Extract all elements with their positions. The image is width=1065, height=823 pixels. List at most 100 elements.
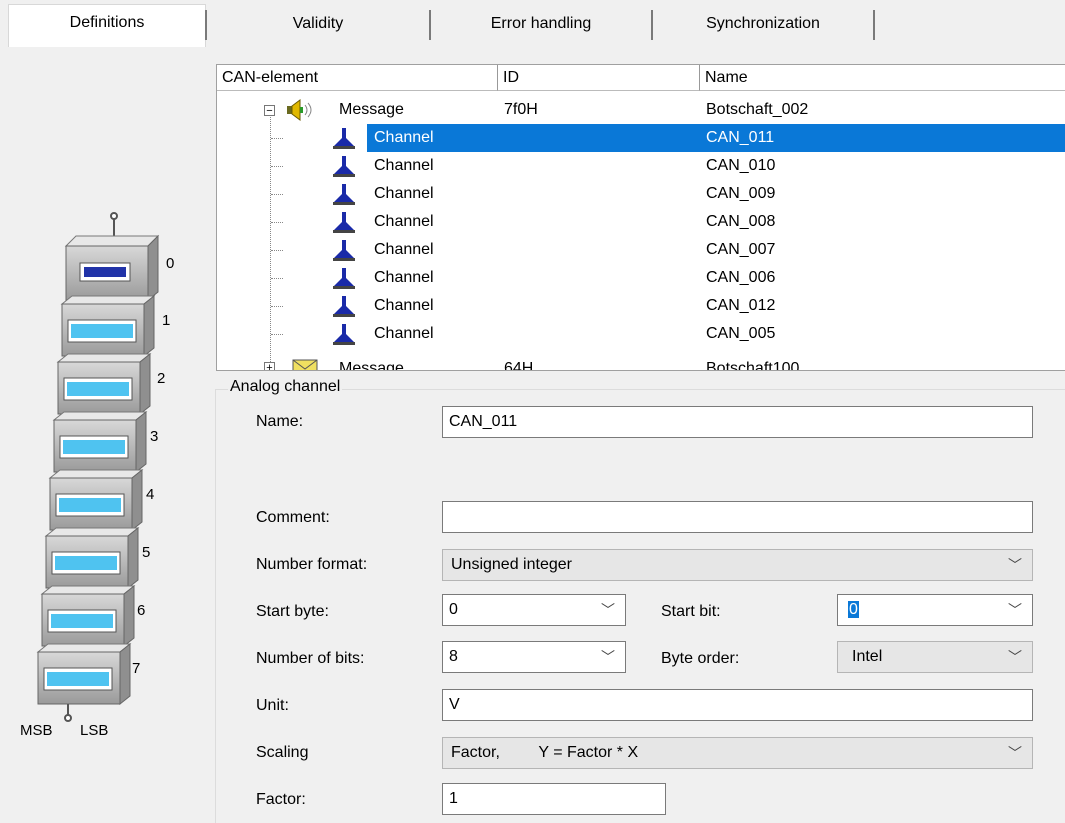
tab-validity[interactable]: Validity [207,6,429,44]
byte-number: 5 [142,544,151,561]
element-label: Channel [374,297,434,314]
tree-connector [271,194,283,195]
lsb-label: LSB [80,722,109,739]
element-id: 7f0H [504,101,538,118]
tree-connector [271,166,283,167]
scaling-label: Scaling [256,744,309,761]
element-label: Channel [374,129,434,146]
tab-divider [873,10,875,40]
tree-row-message[interactable]: + Message 64H Botschaft100 [217,355,1065,371]
group-border [215,389,1065,390]
tree-row-channel[interactable]: Channel CAN_005 [217,320,1065,348]
column-header-name[interactable]: Name [700,65,1065,91]
tab-synchronization[interactable]: Synchronization [653,6,873,44]
tab-bar: Definitions Validity Error handling Sync… [0,0,1065,50]
group-border [215,389,216,823]
byte-order-label: Byte order: [661,650,740,667]
start-byte-label: Start byte: [256,603,329,620]
tree-row-channel[interactable]: Channel CAN_006 [217,264,1065,292]
start-byte-value: 0 [449,601,458,618]
name-input[interactable]: CAN_011 [442,406,1033,438]
element-label: Message [339,360,404,371]
chevron-down-icon: ﹀ [1008,649,1022,665]
byte-order-illustration: 0 1 2 3 4 5 6 7 MSB LSB [0,200,210,760]
group-title: Analog channel [228,378,343,396]
scaling-value-formula: Y = Factor * X [538,744,639,761]
start-bit-value: 0 [848,601,859,618]
element-id: 64H [504,360,534,371]
number-format-select[interactable]: Unsigned integer ﹀ [442,549,1033,581]
element-label: Channel [374,185,434,202]
envelope-message-icon [292,358,318,370]
chevron-down-icon: ﹀ [601,602,615,618]
start-bit-select[interactable]: 0 ﹀ [837,594,1033,626]
byte-1-module [60,294,156,358]
tree-row-message[interactable]: − Message 7f0H Botschaft_002 [217,96,1065,124]
expand-toggle[interactable]: + [264,362,275,370]
element-name: Botschaft100 [706,360,800,371]
byte-4-module [48,468,144,532]
comment-input[interactable] [442,501,1033,533]
byte-number: 4 [146,486,155,503]
tree-row-channel[interactable]: Channel CAN_009 [217,180,1065,208]
number-of-bits-label: Number of bits: [256,650,365,667]
byte-number: 6 [137,602,146,619]
element-name: CAN_008 [706,213,776,230]
byte-3-module [52,410,148,474]
tree-row-channel[interactable]: Channel CAN_010 [217,152,1065,180]
element-name: CAN_006 [706,269,776,286]
byte-2-module [56,352,152,416]
can-element-list[interactable]: CAN-element ID Name − Message 7f0H Botsc… [216,64,1065,371]
tree-connector [271,250,283,251]
name-label: Name: [256,413,304,430]
element-name: CAN_011 [706,129,775,146]
tab-definitions[interactable]: Definitions [8,4,206,47]
element-name: CAN_009 [706,185,776,202]
start-bit-label: Start bit: [661,603,721,620]
byte-6-module [40,584,136,648]
byte-5-module [44,526,140,590]
byte-number: 3 [150,428,159,445]
element-label: Channel [374,157,434,174]
element-name: CAN_010 [706,157,776,174]
unit-input[interactable]: V [442,689,1033,721]
element-label: Channel [374,325,434,342]
comment-label: Comment: [256,509,330,526]
byte-0-module [64,234,160,302]
element-name: CAN_012 [706,297,776,314]
tree-row-channel[interactable]: Channel CAN_012 [217,292,1065,320]
byte-number: 1 [162,312,171,329]
factor-input[interactable]: 1 [442,783,666,815]
byte-order-select[interactable]: Intel ﹀ [837,641,1033,673]
number-of-bits-value: 8 [449,648,458,665]
chevron-down-icon: ﹀ [1008,745,1022,761]
factor-label: Factor: [256,791,306,808]
byte-number: 7 [132,660,141,677]
tree-row-channel[interactable]: Channel CAN_007 [217,236,1065,264]
channel-icon [332,322,356,356]
chevron-down-icon: ﹀ [1008,557,1022,573]
byte-stack-graphic [36,212,160,722]
chevron-down-icon: ﹀ [1008,602,1022,618]
column-header-can-element[interactable]: CAN-element [217,65,498,91]
scaling-value-mode: Factor, [451,744,500,761]
scaling-select[interactable]: Factor, Y = Factor * X ﹀ [442,737,1033,769]
msb-label: MSB [20,722,53,739]
element-label: Channel [374,269,434,286]
tree-row-channel-selected[interactable]: Channel CAN_011 [217,124,1065,152]
byte-order-value: Intel [852,648,883,665]
tree-connector [271,222,283,223]
unit-label: Unit: [256,697,289,714]
collapse-toggle[interactable]: − [264,105,275,117]
tree-connector [271,278,283,279]
number-format-label: Number format: [256,556,368,573]
tree-connector [271,334,283,335]
tree-row-channel[interactable]: Channel CAN_008 [217,208,1065,236]
number-format-value: Unsigned integer [451,556,572,573]
tab-error-handling[interactable]: Error handling [431,6,651,44]
element-name: CAN_005 [706,325,776,342]
start-byte-select[interactable]: 0 ﹀ [442,594,626,626]
number-of-bits-select[interactable]: 8 ﹀ [442,641,626,673]
element-label: Channel [374,213,434,230]
column-header-id[interactable]: ID [498,65,700,91]
